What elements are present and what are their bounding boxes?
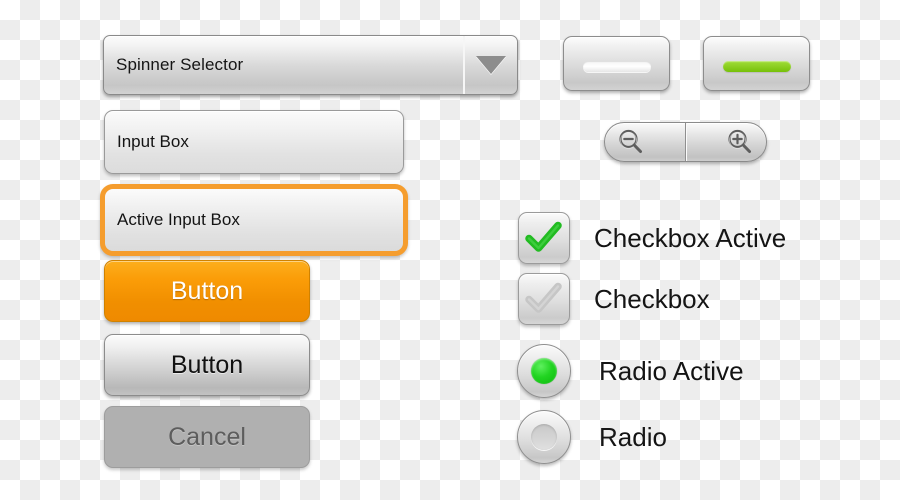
bar-indicator-on-icon [722,61,791,72]
radio-row-plain[interactable]: Radio [517,410,667,464]
zoom-in-button[interactable] [685,123,767,161]
checkbox-row-plain[interactable]: Checkbox [518,273,710,325]
primary-button[interactable]: Button [104,260,310,322]
spinner-selector-label: Spinner Selector [116,55,244,74]
radio-dot-off-icon [531,424,557,450]
spinner-dropdown-button[interactable] [463,36,517,94]
default-button-label: Button [170,350,244,379]
active-input-box[interactable]: Active Input Box [105,189,403,251]
radio-plain-label: Radio [599,421,667,452]
radio-plain[interactable] [517,410,571,464]
bar-button-inactive[interactable] [563,36,670,91]
radio-dot-on-icon [531,358,557,384]
active-input-box-value: Active Input Box [117,210,240,229]
checkbox-plain-label: Checkbox [594,283,710,314]
zoom-out-button[interactable] [605,123,686,161]
spinner-selector[interactable]: Spinner Selector [103,35,518,95]
primary-button-label: Button [170,276,244,305]
checkbox-active[interactable] [518,212,570,264]
cancel-button-label: Cancel [168,422,246,451]
radio-active-label: Radio Active [599,355,744,386]
radio-row-active[interactable]: Radio Active [517,344,744,398]
check-icon [525,282,562,313]
input-box-value: Input Box [117,132,189,151]
radio-active[interactable] [517,344,571,398]
cancel-button[interactable]: Cancel [104,406,310,468]
default-button[interactable]: Button [104,334,310,396]
checkbox-plain[interactable] [518,273,570,325]
zoom-segmented-control[interactable] [604,122,767,162]
checkbox-active-label: Checkbox Active [594,222,787,253]
checkbox-row-active[interactable]: Checkbox Active [518,212,786,264]
active-input-box-focus-ring: Active Input Box [100,184,408,256]
check-icon [525,221,562,252]
bar-button-active[interactable] [703,36,810,91]
bar-indicator-off-icon [582,61,651,72]
chevron-down-icon [476,56,506,74]
input-box[interactable]: Input Box [104,110,404,174]
magnifier-plus-icon [728,129,751,153]
magnifier-minus-icon [619,129,642,153]
